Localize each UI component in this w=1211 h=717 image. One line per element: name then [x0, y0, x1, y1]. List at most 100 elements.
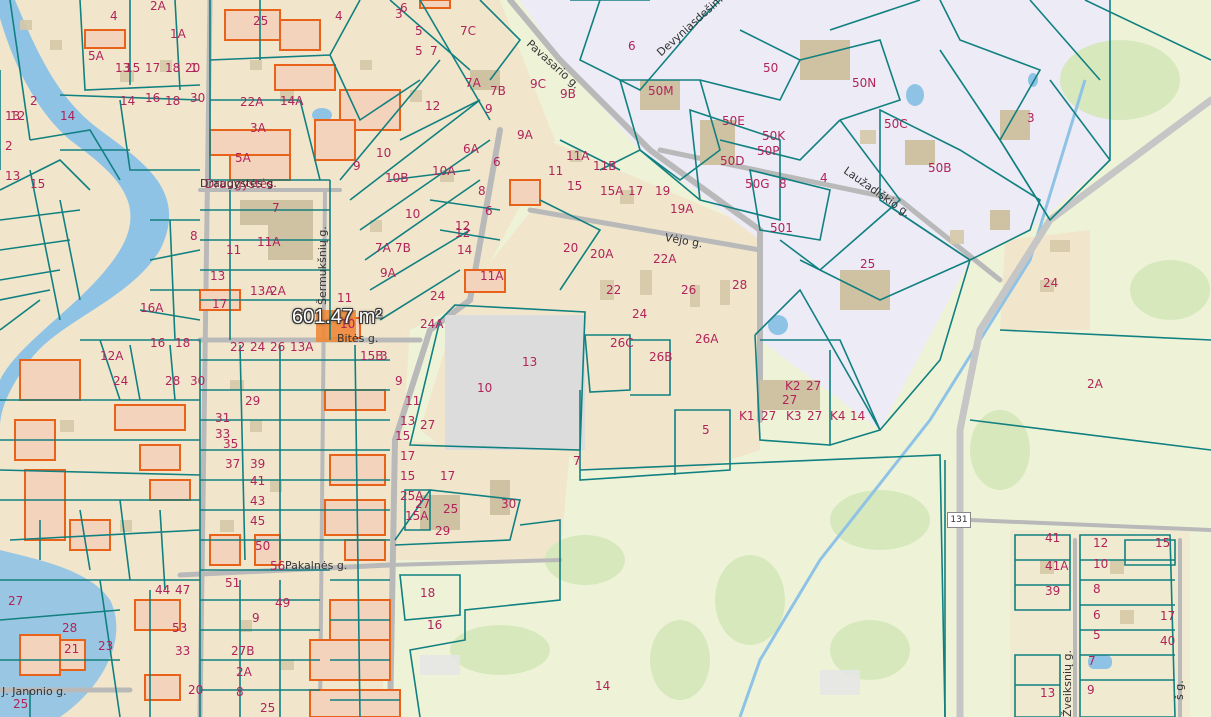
parcel-number-label: 9	[485, 102, 493, 116]
parcel-number-label: 44	[155, 583, 171, 597]
parcel-number-label: 26A	[695, 332, 719, 346]
parcel-number-label: 2A	[1087, 377, 1103, 391]
paved-lot	[445, 315, 585, 450]
parcel-number-label: 15A	[405, 509, 429, 523]
parcel-number-label: 37	[225, 457, 241, 471]
parcel-number-label: 25	[260, 701, 276, 715]
parcel-number-label: 2	[30, 94, 38, 108]
parcel-number-label: 50E	[722, 114, 745, 128]
parcel-number-label: 4	[820, 171, 828, 185]
parcel-number-label: 27	[415, 497, 431, 511]
parcel-number-label: 7	[573, 454, 581, 468]
parcel-number-label: 12	[425, 99, 441, 113]
parcel-number-label: 7A	[375, 241, 391, 255]
parcel-number-label: 17	[1160, 609, 1176, 623]
parcel-number-label: 14A	[280, 94, 304, 108]
parcel-number-label: 15	[400, 469, 416, 483]
parcel-number-label: 7	[272, 201, 280, 215]
parcel-number-label: 15	[567, 179, 583, 193]
parcel-number-label: 9A	[517, 128, 533, 142]
parcel-number-label: 12	[10, 109, 26, 123]
parcel-number-label: 26C	[610, 336, 634, 350]
cadastral-map[interactable]: 4 2A 6 5 25 3 4 7C 6 5 7 13 1 15 17 18 20 1A 5A 7A 7B 9C 9B 50M…	[0, 0, 1211, 717]
parcel-number-label: 8	[1093, 582, 1101, 596]
parcel-number-label: 14	[60, 109, 76, 123]
parcel-number-label: 10A	[432, 164, 456, 178]
parcel-number-label: 24	[1043, 276, 1059, 290]
parcel-number-label: K2	[785, 379, 801, 393]
parcel-number-label: 24	[250, 340, 266, 354]
parcel-number-label: 11A	[257, 235, 281, 249]
parcel-number-label: 50B	[928, 161, 952, 175]
parcel-number-label: 25	[860, 257, 876, 271]
parcel-number-label: 7	[430, 44, 438, 58]
parcel-number-label: 3	[1027, 111, 1035, 125]
parcel-number-label: 5A	[88, 49, 104, 63]
parcel-number-label: 4	[335, 9, 343, 23]
parcel-number-label: 20	[188, 683, 204, 697]
parcel-number-label: 15	[30, 177, 46, 191]
parcel-number-label: 50G	[745, 177, 770, 191]
parcel-number-label: 18	[420, 586, 436, 600]
parcel-number-label: 9	[353, 159, 361, 173]
parcel-number-label: K3	[786, 409, 802, 423]
parcel-number-label: 53	[172, 621, 188, 635]
parcel-number-label: 10	[376, 146, 392, 160]
parcel-number-label: 28	[165, 374, 181, 388]
parcel-number-label: 22	[606, 283, 622, 297]
parcel-number-label: 2A	[236, 665, 252, 679]
map-canvas[interactable]	[0, 0, 1211, 717]
parcel-number-label: 5	[415, 44, 423, 58]
parcel-number-label: 16	[145, 91, 161, 105]
parcel-number-label: 50	[255, 539, 271, 553]
parcel-number-label: 8	[779, 177, 787, 191]
parcel-number-label: K4	[830, 409, 846, 423]
parcel-number-label: 22	[230, 340, 246, 354]
parcel-number-label: 14	[120, 94, 136, 108]
parcel-number-label: 6A	[463, 142, 479, 156]
parcel-number-label: 16	[427, 618, 443, 632]
parcel-number-label: 7	[1088, 654, 1096, 668]
parcel-number-label: 24A	[420, 317, 444, 331]
parcel-number-label: 18	[175, 336, 191, 350]
parcel-number-label: 35	[223, 437, 239, 451]
parcel-number-label: 21	[64, 642, 80, 656]
parcel-number-label: 6	[1093, 608, 1101, 622]
parcel-number-label: 50N	[852, 76, 877, 90]
parcel-number-label: 24	[430, 289, 446, 303]
parcel-number-label: 14	[457, 243, 473, 257]
parcel-number-label: 13	[522, 355, 538, 369]
parcel-number-label: 15A	[600, 184, 624, 198]
parcel-number-label: 9	[1087, 683, 1095, 697]
parcel-number-label: 50C	[884, 117, 908, 131]
parcel-number-label: 2A	[270, 284, 286, 298]
parcel-number-label: 50	[763, 61, 779, 75]
parcel-number-label: 47	[175, 583, 191, 597]
parcel-number-label: 27B	[231, 644, 255, 658]
parcel-number-label: 45	[250, 514, 266, 528]
parcel-number-label: 20	[563, 241, 579, 255]
parcel-number-label: 11B	[593, 159, 617, 173]
parcel-number-label: 12	[455, 226, 471, 240]
parcel-number-label: 501	[770, 221, 793, 235]
road-number-shield: 131	[947, 512, 971, 528]
parcel-number-label: 17	[212, 297, 228, 311]
parcel-number-label: 25	[13, 697, 29, 711]
parcel-number-label: 27	[761, 409, 777, 423]
parcel-number-label: 13	[210, 269, 226, 283]
parcel-number-label: 10	[1093, 557, 1109, 571]
parcel-number-label: 9C	[530, 77, 547, 91]
parcel-number-label: 41	[250, 474, 266, 488]
parcel-number-label: 7B	[395, 241, 411, 255]
parcel-number-label: 4	[110, 9, 118, 23]
parcel-number-label: 17	[628, 184, 644, 198]
parcel-number-label: 27	[807, 409, 823, 423]
parcel-number-label: 17	[145, 61, 161, 75]
area-measurement-label: 601.47 m²	[292, 306, 383, 328]
parcel-number-label: 13	[5, 169, 21, 183]
parcel-number-label: 5	[415, 24, 423, 38]
parcel-number-label: 12A	[100, 349, 124, 363]
parcel-number-label: 20	[185, 61, 201, 75]
parcel-number-label: 19	[655, 184, 671, 198]
parcel-number-label: 6	[485, 204, 493, 218]
